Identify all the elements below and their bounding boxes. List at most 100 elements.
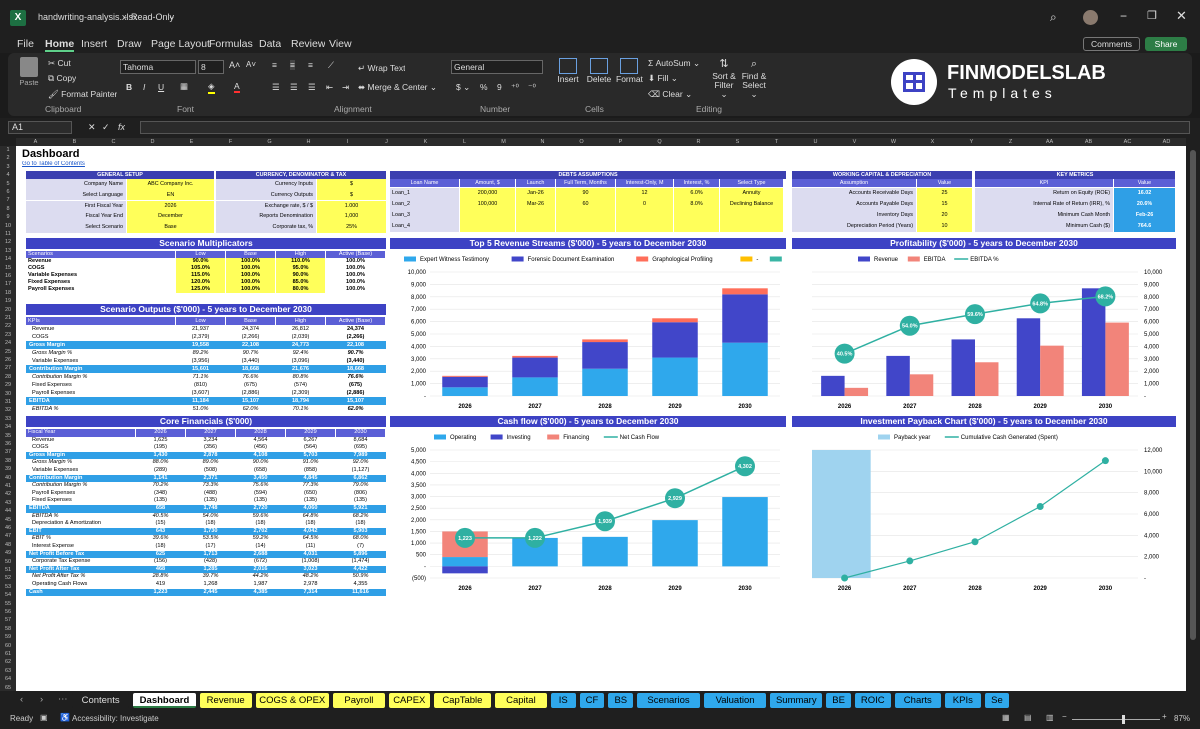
column-header[interactable]: R xyxy=(679,138,718,146)
column-header[interactable]: M xyxy=(484,138,523,146)
row-header[interactable]: 58 xyxy=(0,625,16,633)
column-header[interactable]: K xyxy=(406,138,445,146)
setup-value[interactable]: 1,000 xyxy=(317,211,386,222)
row-header[interactable]: 64 xyxy=(0,675,16,683)
setup-value[interactable]: $ xyxy=(317,189,386,201)
row-header[interactable]: 10 xyxy=(0,222,16,230)
decrease-indent-icon[interactable]: ⇤ xyxy=(326,82,333,93)
merge-center-button[interactable]: ⬌ Merge & Center ⌄ xyxy=(358,82,437,93)
row-header[interactable]: 35 xyxy=(0,432,16,440)
align-middle-icon[interactable]: ≡ xyxy=(290,60,295,70)
cancel-icon[interactable]: ✕ xyxy=(88,122,96,133)
column-header[interactable]: Z xyxy=(991,138,1030,146)
sheet-tab-kpis[interactable]: KPIs xyxy=(945,693,981,708)
format-button[interactable]: Format xyxy=(616,58,643,84)
comma-icon[interactable]: 9 xyxy=(497,82,502,92)
clear-button[interactable]: ⌫ Clear ⌄ xyxy=(648,89,692,100)
row-header[interactable]: 39 xyxy=(0,465,16,473)
zoom-in-icon[interactable]: + xyxy=(1162,712,1167,721)
row-header[interactable]: 44 xyxy=(0,507,16,515)
sheet-tab-capex[interactable]: CAPEX xyxy=(388,693,430,708)
sheet-tab-be[interactable]: BE xyxy=(826,693,851,708)
row-header[interactable]: 17 xyxy=(0,280,16,288)
row-header[interactable]: 26 xyxy=(0,356,16,364)
row-header[interactable]: 31 xyxy=(0,398,16,406)
menu-draw[interactable]: Draw xyxy=(117,38,142,50)
insert-button[interactable]: Insert xyxy=(556,58,580,84)
column-header[interactable]: B xyxy=(55,138,94,146)
row-header[interactable]: 3 xyxy=(0,163,16,171)
row-header[interactable]: 29 xyxy=(0,381,16,389)
row-header[interactable]: 49 xyxy=(0,549,16,557)
menu-page-layout[interactable]: Page Layout xyxy=(151,38,210,50)
row-header[interactable]: 50 xyxy=(0,558,16,566)
column-header[interactable]: D xyxy=(133,138,172,146)
more-sheets-icon[interactable]: ⋯ xyxy=(58,694,68,705)
row-header[interactable]: 2 xyxy=(0,154,16,162)
row-header[interactable]: 36 xyxy=(0,440,16,448)
increase-indent-icon[interactable]: ⇥ xyxy=(342,82,349,93)
row-header[interactable]: 54 xyxy=(0,591,16,599)
sheet-tab-cogs-opex[interactable]: COGS & OPEX xyxy=(255,693,329,708)
loan-value[interactable]: 100,000 xyxy=(460,199,515,210)
loan-value[interactable]: Declining Balance xyxy=(720,199,783,210)
format-painter-button[interactable]: 🖌 Format Painter xyxy=(48,89,117,100)
bold-icon[interactable]: B xyxy=(126,82,132,92)
row-header[interactable]: 63 xyxy=(0,667,16,675)
row-header[interactable]: 12 xyxy=(0,238,16,246)
share-button[interactable]: Share xyxy=(1145,37,1187,51)
orientation-icon[interactable]: ⟋ xyxy=(328,60,334,71)
loan-value[interactable]: 60 xyxy=(556,199,615,210)
column-header[interactable]: S xyxy=(718,138,757,146)
row-header[interactable]: 19 xyxy=(0,297,16,305)
menu-formulas[interactable]: Formulas xyxy=(209,38,253,50)
sheet-tab-roic[interactable]: ROIC xyxy=(855,693,891,708)
setup-value[interactable]: 25% xyxy=(317,222,386,233)
loan-value[interactable]: 12 xyxy=(616,188,673,199)
name-box[interactable]: A1 xyxy=(8,121,72,134)
menu-home[interactable]: Home xyxy=(45,38,75,52)
setup-value[interactable]: $ xyxy=(317,179,386,190)
page-break-icon[interactable]: ▥ xyxy=(1046,713,1054,722)
number-format-select[interactable]: General xyxy=(451,60,543,74)
font-color-icon[interactable]: A xyxy=(234,81,240,93)
row-header[interactable]: 56 xyxy=(0,608,16,616)
setup-value[interactable]: 2026 xyxy=(127,200,214,212)
fill-button[interactable]: ⬇ Fill ⌄ xyxy=(648,73,678,84)
sheet-tab-capital[interactable]: Capital xyxy=(495,693,547,708)
sheet-tab-revenue[interactable]: Revenue xyxy=(199,693,252,708)
row-header[interactable]: 11 xyxy=(0,230,16,238)
row-header[interactable]: 47 xyxy=(0,532,16,540)
scroll-thumb[interactable] xyxy=(1190,150,1196,640)
comments-button[interactable]: Comments xyxy=(1083,37,1140,51)
column-header[interactable]: W xyxy=(874,138,913,146)
loan-value[interactable]: Jan-26 xyxy=(516,188,555,199)
row-header[interactable]: 23 xyxy=(0,331,16,339)
loan-value[interactable]: 90 xyxy=(556,188,615,199)
sheet-tab-contents[interactable]: Contents xyxy=(72,693,130,708)
zoom-slider[interactable] xyxy=(1072,715,1160,724)
increase-decimal-icon[interactable]: ⁺⁰ xyxy=(511,82,519,93)
next-sheet-icon[interactable]: › xyxy=(40,694,43,705)
loan-value[interactable] xyxy=(460,221,515,232)
close-icon[interactable]: ✕ xyxy=(1176,8,1187,24)
loan-value[interactable]: 8.0% xyxy=(674,199,719,210)
column-header[interactable]: H xyxy=(289,138,328,146)
column-header[interactable]: Q xyxy=(640,138,679,146)
sheet-tab-bs[interactable]: BS xyxy=(608,693,634,708)
wrap-text-button[interactable]: ↵ Wrap Text xyxy=(358,63,405,74)
font-size-select[interactable]: 8 xyxy=(198,60,224,74)
row-header[interactable]: 14 xyxy=(0,255,16,263)
row-header[interactable]: 25 xyxy=(0,348,16,356)
column-header[interactable]: V xyxy=(835,138,874,146)
delete-button[interactable]: Delete xyxy=(586,58,612,84)
find-select-button[interactable]: ⌕ Find & Select ⌄ xyxy=(740,56,768,99)
formula-input[interactable] xyxy=(140,121,1190,134)
row-header[interactable]: 55 xyxy=(0,600,16,608)
row-header[interactable]: 34 xyxy=(0,423,16,431)
fill-color-icon[interactable]: ◈ xyxy=(208,81,215,94)
row-header[interactable]: 32 xyxy=(0,406,16,414)
row-header[interactable]: 59 xyxy=(0,633,16,641)
loan-value[interactable] xyxy=(516,210,555,221)
align-bottom-icon[interactable]: ≡ xyxy=(308,60,313,70)
